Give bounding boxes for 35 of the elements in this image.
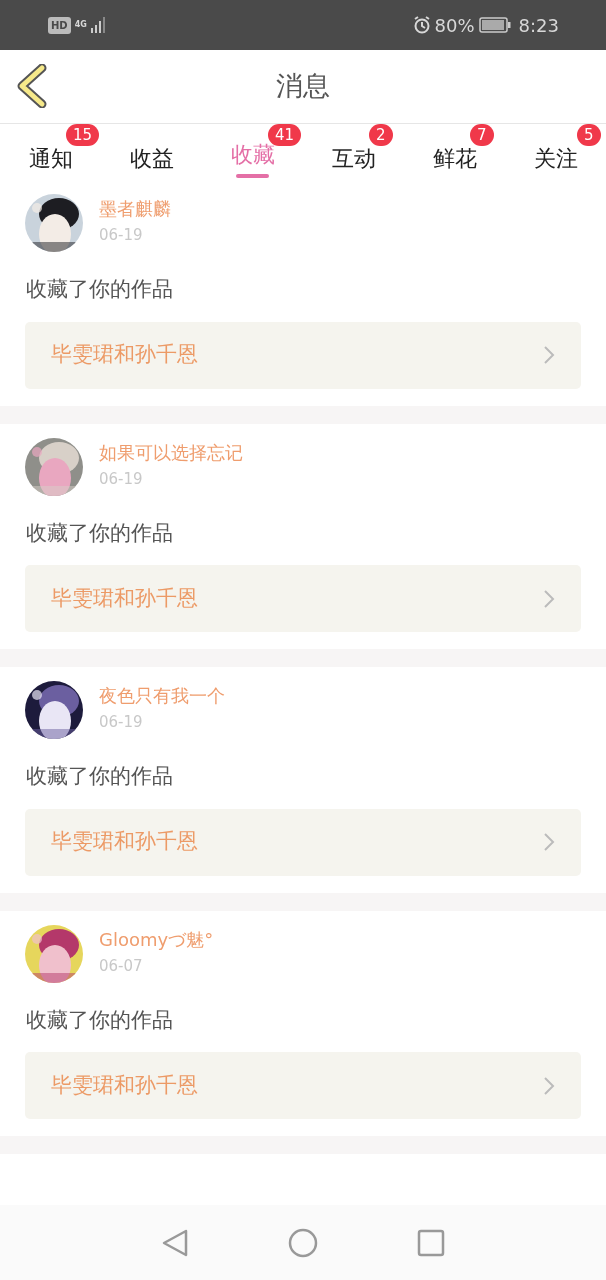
tab[interactable]: 互动 2 [303,124,404,180]
tab[interactable]: 收益 [101,124,202,180]
message-text: 收藏了你的作品 [26,519,174,547]
user-name[interactable]: 夜色只有我一个 [99,685,225,707]
user-name[interactable]: 如果可以选择忘记 [99,441,243,464]
alarm-icon [412,16,431,34]
count-badge: 7 [470,124,494,146]
message-text: 收藏了你的作品 [26,1006,174,1034]
chevron-right-icon [543,832,555,852]
work-link[interactable]: 毕雯珺和孙千恩 [25,321,581,389]
count-badge: 5 [577,124,601,146]
network-type: 4G [74,21,87,29]
battery-icon [478,17,511,33]
page-title: 消息 [276,69,330,104]
clock: 8:23 [518,13,559,38]
message-text: 收藏了你的作品 [26,763,174,790]
work-link[interactable]: 毕雯珺和孙千恩 [25,1052,581,1119]
tab[interactable]: 通知 15 [0,124,101,180]
chevron-right-icon [543,1075,555,1096]
user-name[interactable]: 墨者麒麟 [99,198,171,220]
tab[interactable]: 收藏 41 [202,124,303,180]
hd-indicator: HD [48,16,71,34]
work-link[interactable]: 毕雯珺和孙千恩 [25,565,581,632]
tab[interactable]: 关注 5 [505,124,606,180]
user-name[interactable]: Gloomyづ魅° [99,928,214,951]
tab[interactable]: 鲜花 7 [404,124,505,180]
count-badge: 2 [369,124,393,146]
battery-percent: 80% [434,13,475,38]
chevron-right-icon [543,345,555,365]
work-link[interactable]: 毕雯珺和孙千恩 [25,808,581,876]
count-badge: 41 [268,124,302,146]
chevron-right-icon [543,588,555,609]
count-badge: 15 [66,124,100,146]
message-text: 收藏了你的作品 [26,276,174,303]
signal-icon [90,17,107,33]
